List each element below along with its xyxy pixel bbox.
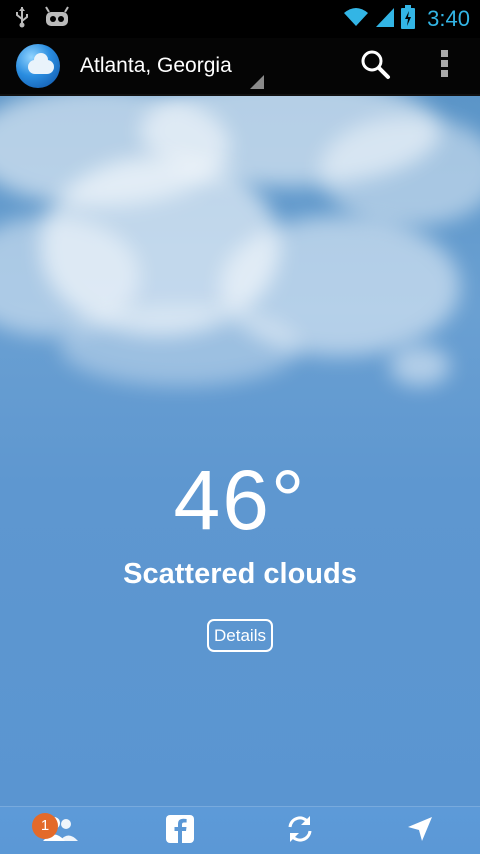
notification-badge: 1	[32, 812, 58, 839]
action-bar: Atlanta, Georgia	[0, 38, 480, 96]
clock-time: 3:40	[427, 6, 470, 31]
android-debug-icon	[44, 6, 70, 32]
wifi-icon	[343, 6, 369, 32]
refresh-icon	[284, 813, 316, 849]
overflow-menu-icon	[440, 49, 450, 83]
search-button[interactable]	[340, 37, 410, 95]
location-spinner[interactable]: Atlanta, Georgia	[80, 37, 264, 95]
location-label: Atlanta, Georgia	[80, 54, 232, 77]
bottom-toolbar: 1	[0, 806, 480, 854]
refresh-button[interactable]	[260, 807, 340, 854]
facebook-icon	[165, 814, 195, 848]
current-temperature: 46°	[173, 453, 307, 547]
cloud-background	[0, 96, 480, 416]
dropdown-caret-icon	[250, 75, 264, 89]
usb-icon	[14, 6, 30, 32]
weather-panel: 46° Scattered clouds Details	[0, 96, 480, 806]
location-arrow-icon	[406, 815, 434, 847]
battery-charging-icon	[401, 5, 416, 33]
weather-condition: Scattered clouds	[123, 558, 357, 590]
search-icon	[359, 48, 391, 84]
signal-icon	[375, 6, 395, 32]
location-button[interactable]	[380, 807, 460, 854]
friends-button[interactable]: 1	[20, 807, 100, 854]
weather-globe-icon[interactable]	[16, 44, 60, 88]
overflow-menu-button[interactable]	[410, 37, 480, 95]
status-bar: 3:40	[0, 0, 480, 38]
facebook-button[interactable]	[140, 807, 220, 854]
details-button[interactable]: Details	[207, 619, 273, 652]
